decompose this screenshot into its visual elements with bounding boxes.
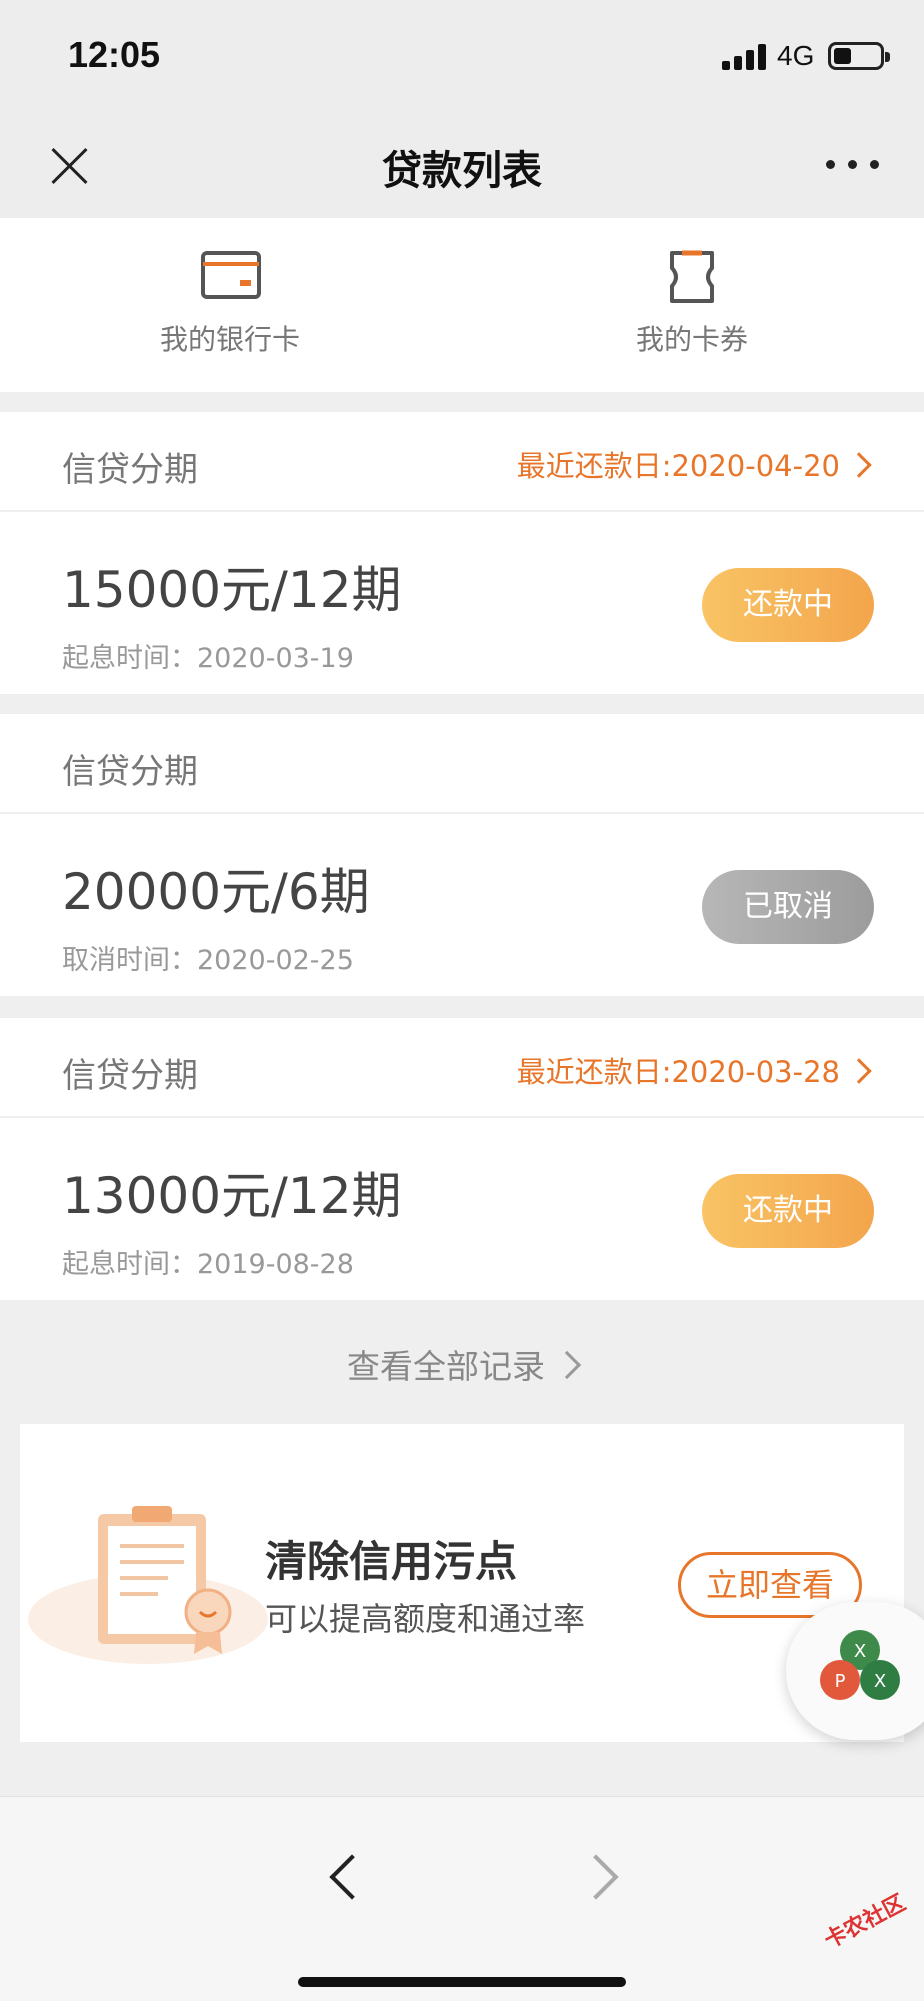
- view-all-records-link[interactable]: 查看全部记录: [0, 1340, 924, 1388]
- bank-card-link[interactable]: 我的银行卡: [80, 218, 380, 392]
- loan-type: 信贷分期: [62, 752, 198, 792]
- status-button[interactable]: 还款中: [702, 1174, 874, 1248]
- loan-amount: 15000元/12期: [62, 561, 402, 619]
- promo-banner[interactable]: 清除信用污点 可以提高额度和通过率 立即查看: [20, 1424, 904, 1742]
- coupon-link[interactable]: 我的卡券: [542, 218, 842, 392]
- loan-amount: 13000元/12期: [62, 1167, 402, 1225]
- loan-amount: 20000元/6期: [62, 863, 370, 921]
- office-apps-icon: X P X: [820, 1630, 900, 1700]
- svg-text:X: X: [854, 1641, 866, 1662]
- bank-card-icon: [201, 251, 261, 299]
- banner-title: 清除信用污点: [265, 1537, 518, 1586]
- network-type: 4G: [777, 40, 815, 71]
- signal-icon: [722, 44, 766, 70]
- loan-date: 起息时间：2020-03-19: [62, 643, 354, 674]
- coupon-icon: [670, 250, 714, 303]
- floating-app-button[interactable]: X P X: [786, 1602, 924, 1740]
- page-title: 贷款列表: [382, 148, 542, 194]
- loan-card-header: 信贷分期 最近还款日:2020-03-28: [0, 1018, 924, 1118]
- status-time: 12:05: [68, 34, 161, 75]
- status-button[interactable]: 还款中: [702, 568, 874, 642]
- loan-card[interactable]: 信贷分期 最近还款日:2020-03-28 13000元/12期 起息时间：20…: [0, 1018, 924, 1300]
- nav-bar: 贷款列表: [0, 110, 924, 218]
- next-due-date-link[interactable]: 最近还款日:2020-04-20: [516, 443, 872, 485]
- status-button[interactable]: 已取消: [702, 870, 874, 944]
- loan-card[interactable]: 信贷分期 20000元/6期 取消时间：2020-02-25 已取消: [0, 714, 924, 996]
- loan-date: 取消时间：2020-02-25: [62, 945, 354, 976]
- bottom-toolbar: [0, 1796, 924, 2001]
- svg-text:X: X: [874, 1671, 886, 1692]
- next-due-date-link[interactable]: 最近还款日:2020-03-28: [516, 1049, 872, 1091]
- home-indicator: [298, 1977, 626, 1987]
- view-all-label: 查看全部记录: [347, 1347, 545, 1386]
- loan-type: 信贷分期: [62, 1056, 198, 1096]
- svg-text:P: P: [835, 1671, 846, 1692]
- banner-subtitle: 可以提高额度和通过率: [265, 1600, 586, 1638]
- forward-arrow-icon[interactable]: [572, 1847, 632, 1907]
- next-due-date: 最近还款日:2020-04-20: [516, 449, 840, 483]
- coupon-label: 我的卡券: [635, 323, 748, 356]
- loan-card[interactable]: 信贷分期 最近还款日:2020-04-20 15000元/12期 起息时间：20…: [0, 412, 924, 694]
- chevron-right-icon: [552, 1350, 582, 1380]
- battery-icon: [828, 42, 890, 70]
- bank-card-label: 我的银行卡: [159, 323, 300, 356]
- loan-date: 起息时间：2019-08-28: [62, 1249, 354, 1280]
- chevron-right-icon: [846, 452, 872, 478]
- loan-card-header: 信贷分期 最近还款日:2020-04-20: [0, 412, 924, 512]
- next-due-date: 最近还款日:2020-03-28: [516, 1055, 840, 1089]
- more-icon[interactable]: [826, 160, 882, 172]
- status-bar: 12:05 4G: [0, 0, 924, 110]
- loan-card-header: 信贷分期: [0, 714, 924, 814]
- quick-links: 我的银行卡 我的卡券: [0, 218, 924, 392]
- chevron-right-icon: [846, 1058, 872, 1084]
- document-certificate-icon: [28, 1506, 268, 1664]
- loan-type: 信贷分期: [62, 450, 198, 490]
- back-arrow-icon[interactable]: [316, 1847, 376, 1907]
